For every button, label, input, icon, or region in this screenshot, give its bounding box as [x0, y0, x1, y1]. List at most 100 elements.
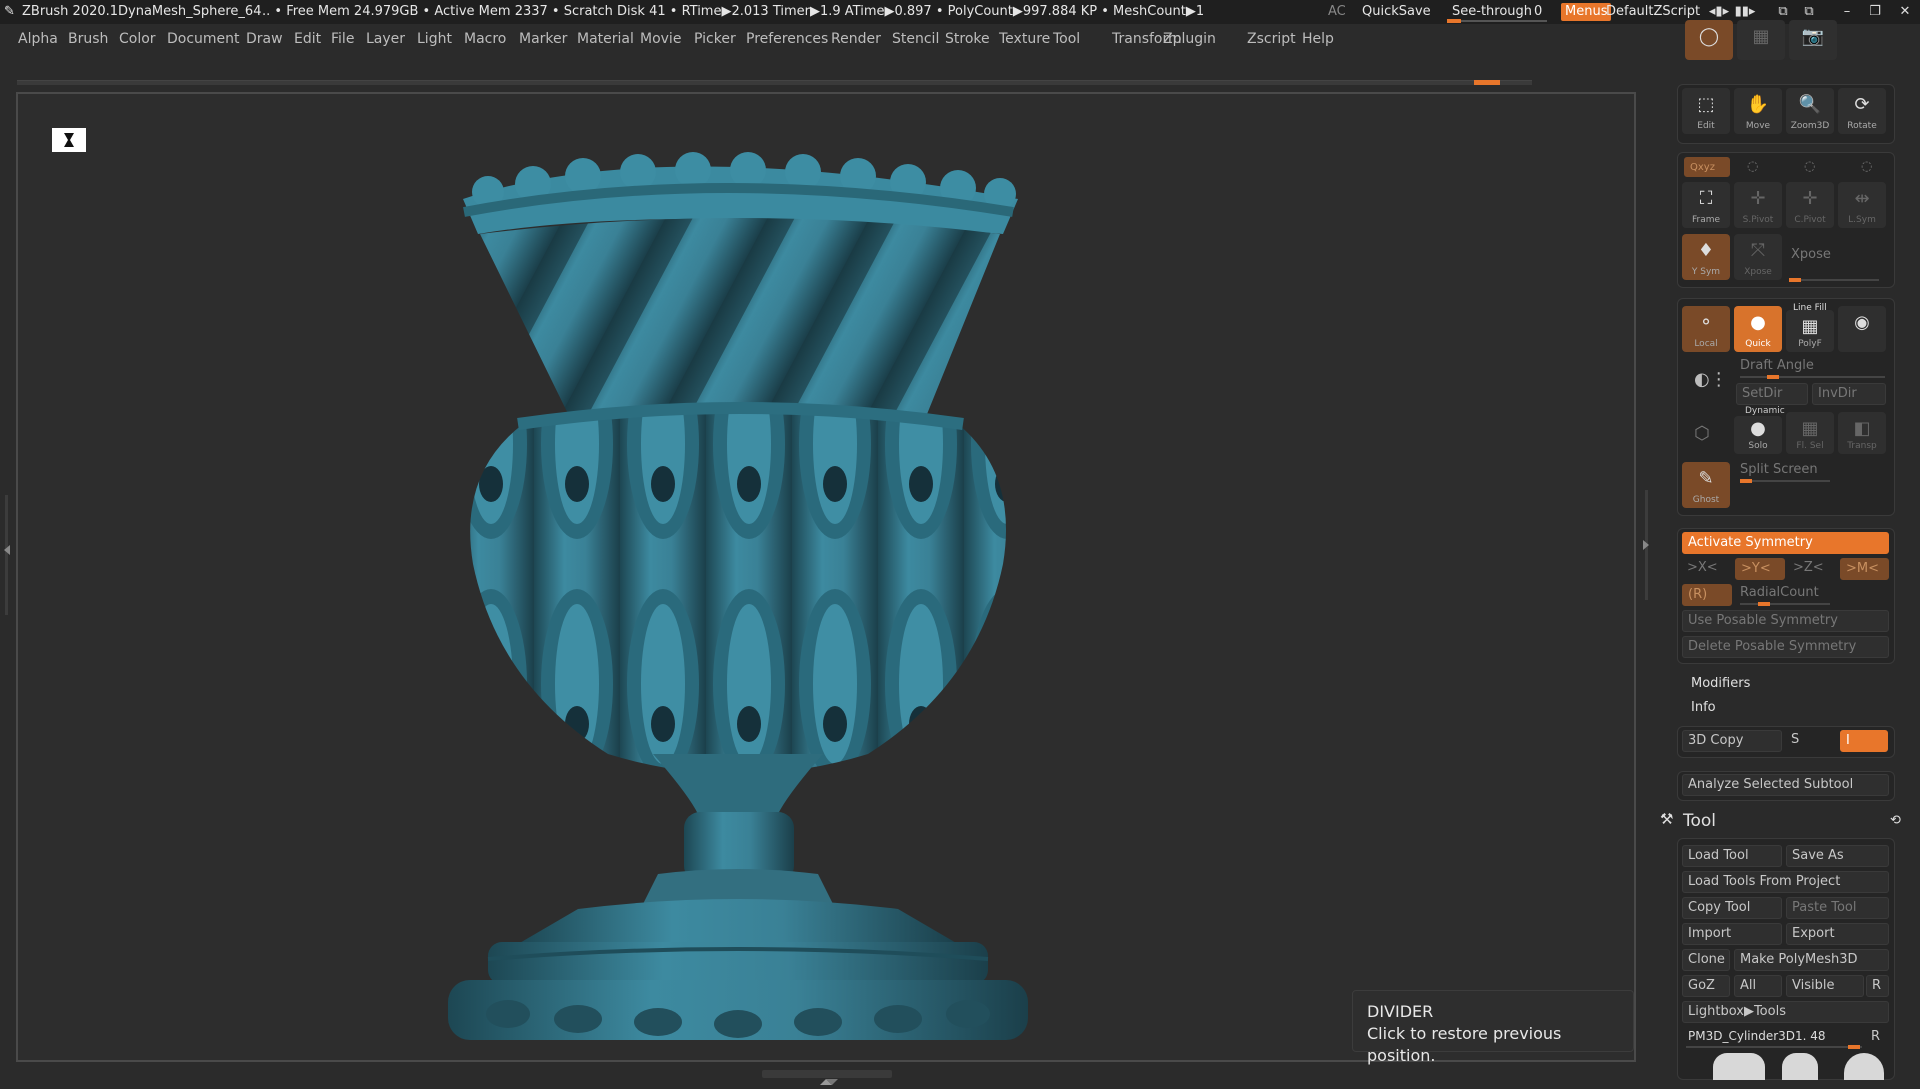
floor-toggle-icon[interactable] — [52, 128, 86, 152]
menu-document[interactable]: Document — [167, 27, 240, 51]
ac-label[interactable]: AC — [1328, 0, 1346, 24]
sym-m-button[interactable]: >M< — [1840, 558, 1889, 580]
invdir-button[interactable]: InvDir — [1812, 383, 1886, 405]
menu-zscript[interactable]: Zscript — [1247, 27, 1296, 51]
menu-draw[interactable]: Draw — [246, 27, 283, 51]
tool-thumbnail-vase[interactable] — [1713, 1053, 1765, 1080]
xpose-icon-button[interactable]: ⤧ Xpose — [1734, 234, 1782, 280]
flsel-button[interactable]: ▦ Fl. Sel — [1786, 412, 1834, 454]
snapshot-button[interactable]: 📷 — [1789, 20, 1837, 60]
cube-icon[interactable]: ⬡ — [1694, 424, 1710, 444]
xpose-slider[interactable] — [1789, 278, 1879, 282]
menu-tool[interactable]: Tool — [1053, 27, 1080, 51]
menu-stroke[interactable]: Stroke — [945, 27, 990, 51]
make-polymesh3d-button[interactable]: Make PolyMesh3D — [1734, 949, 1889, 971]
document-canvas[interactable] — [16, 92, 1636, 1062]
export-button[interactable]: Export — [1786, 923, 1889, 945]
copy3d-s-button[interactable]: S — [1786, 730, 1836, 752]
quick-button[interactable]: ● Quick — [1734, 306, 1782, 352]
axis-icon-2[interactable]: ◌ — [1804, 157, 1815, 177]
import-button[interactable]: Import — [1682, 923, 1782, 945]
menu-render[interactable]: Render — [831, 27, 881, 51]
modifiers-subpalette[interactable]: Modifiers — [1691, 674, 1750, 694]
goz-button[interactable]: GoZ — [1682, 975, 1730, 997]
xpose-label[interactable]: Xpose — [1791, 245, 1831, 265]
menu-alpha[interactable]: Alpha — [18, 27, 58, 51]
xyz-toggle[interactable]: Qxyz — [1684, 157, 1730, 177]
edit-uv-button[interactable]: ▦ — [1737, 20, 1785, 60]
menu-help[interactable]: Help — [1302, 27, 1334, 51]
goz-r-button[interactable]: R — [1866, 975, 1889, 997]
split-screen-label[interactable]: Split Screen — [1740, 460, 1818, 480]
contrast-icon[interactable]: ◐⋮ — [1694, 370, 1728, 390]
radial-r-button[interactable]: (R) — [1682, 584, 1732, 606]
radial-count-slider[interactable] — [1740, 602, 1830, 606]
ghost-button[interactable]: ✎ Ghost — [1682, 462, 1730, 508]
sym-x-button[interactable]: >X< — [1682, 558, 1732, 580]
material-sphere-button[interactable]: ◉ — [1838, 306, 1886, 352]
cpivot-button[interactable]: ✛ C.Pivot — [1786, 182, 1834, 228]
copy-tool-button[interactable]: Copy Tool — [1682, 897, 1782, 919]
tool-thumbnail-2[interactable] — [1782, 1053, 1818, 1080]
minimize-icon[interactable]: – — [1834, 0, 1860, 24]
zoom3d-button[interactable]: 🔍 Zoom3D — [1786, 88, 1834, 134]
refresh-icon[interactable]: ⟲ — [1890, 813, 1901, 828]
frame-button[interactable]: ⛶ Frame — [1682, 182, 1730, 228]
solo-button[interactable]: ● Solo — [1734, 416, 1782, 454]
left-tray-divider[interactable] — [4, 495, 10, 615]
local-button[interactable]: ⚬ Local — [1682, 306, 1730, 352]
lsym-button[interactable]: ⇹ L.Sym — [1838, 182, 1886, 228]
copy3d-button[interactable]: 3D Copy — [1682, 730, 1782, 752]
quicksave-button[interactable]: QuickSave — [1362, 0, 1431, 24]
menu-color[interactable]: Color — [119, 27, 156, 51]
close-icon[interactable]: ✕ — [1892, 0, 1918, 24]
info-subpalette[interactable]: Info — [1691, 698, 1716, 718]
load-tools-from-project-button[interactable]: Load Tools From Project — [1682, 871, 1889, 893]
copy3d-i-field[interactable]: I — [1840, 730, 1888, 752]
transp-button[interactable]: ◧ Transp — [1838, 412, 1886, 454]
use-posable-symmetry-button[interactable]: Use Posable Symmetry — [1682, 610, 1889, 632]
polyf-button[interactable]: ▦ PolyF — [1786, 310, 1834, 352]
menu-material[interactable]: Material — [577, 27, 634, 51]
menu-stencil[interactable]: Stencil — [892, 27, 939, 51]
move-button[interactable]: ✋ Move — [1734, 88, 1782, 134]
menus-toggle-button[interactable]: Menus — [1561, 3, 1612, 21]
right-tray-divider[interactable] — [1643, 490, 1649, 600]
menu-marker[interactable]: Marker — [519, 27, 567, 51]
axis-icon-3[interactable]: ◌ — [1861, 157, 1872, 177]
draft-angle-slider[interactable] — [1740, 375, 1885, 379]
see-through-slider[interactable] — [1447, 19, 1547, 23]
menu-texture[interactable]: Texture — [999, 27, 1050, 51]
paste-tool-button[interactable]: Paste Tool — [1786, 897, 1889, 919]
split-screen-slider[interactable] — [1740, 479, 1830, 483]
menu-file[interactable]: File — [331, 27, 354, 51]
menu-macro[interactable]: Macro — [464, 27, 506, 51]
sculptris-pro-button[interactable]: ◯ — [1685, 20, 1733, 60]
goz-all-button[interactable]: All — [1734, 975, 1782, 997]
current-tool-r-button[interactable]: R — [1866, 1027, 1889, 1049]
save-as-button[interactable]: Save As — [1786, 845, 1889, 867]
setdir-button[interactable]: SetDir — [1736, 383, 1808, 405]
menu-zplugin[interactable]: Zplugin — [1163, 27, 1216, 51]
draft-angle-label[interactable]: Draft Angle — [1740, 356, 1814, 376]
y-sym-button[interactable]: ♦ Y Sym — [1682, 234, 1730, 280]
tool-palette-header[interactable]: ⚒ Tool ⟲ — [1660, 810, 1905, 836]
tool-scroll-slider[interactable] — [1686, 1045, 1862, 1049]
axis-icon-1[interactable]: ◌ — [1747, 157, 1758, 177]
radial-count-label[interactable]: RadialCount — [1740, 583, 1819, 603]
sym-z-button[interactable]: >Z< — [1788, 558, 1838, 580]
menu-movie[interactable]: Movie — [640, 27, 681, 51]
activate-symmetry-button[interactable]: Activate Symmetry — [1682, 532, 1889, 554]
sym-y-button[interactable]: >Y< — [1735, 558, 1785, 580]
goz-visible-button[interactable]: Visible — [1786, 975, 1864, 997]
load-tool-button[interactable]: Load Tool — [1682, 845, 1782, 867]
menu-picker[interactable]: Picker — [694, 27, 736, 51]
menu-edit[interactable]: Edit — [294, 27, 321, 51]
menu-brush[interactable]: Brush — [68, 27, 108, 51]
menu-preferences[interactable]: Preferences — [746, 27, 828, 51]
menu-layer[interactable]: Layer — [366, 27, 405, 51]
spivot-button[interactable]: ✛ S.Pivot — [1734, 182, 1782, 228]
restore-icon[interactable]: ❐ — [1862, 0, 1888, 24]
clone-button[interactable]: Clone — [1682, 949, 1730, 971]
delete-posable-symmetry-button[interactable]: Delete Posable Symmetry — [1682, 636, 1889, 658]
